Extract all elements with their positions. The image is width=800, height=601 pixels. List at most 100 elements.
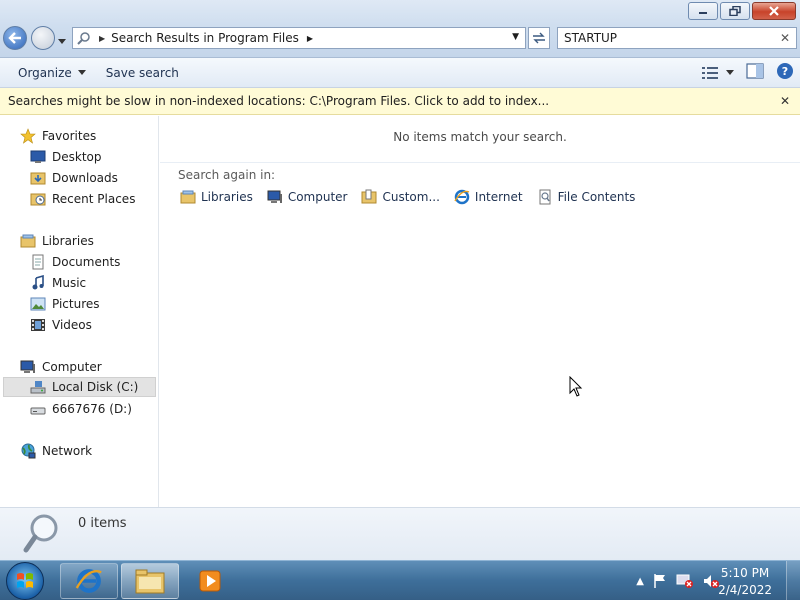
sidebar-item-documents[interactable]: Documents bbox=[30, 252, 120, 272]
taskbar-media-player[interactable] bbox=[182, 563, 238, 599]
sidebar-item-local-disk-c[interactable]: Local Disk (C:) bbox=[3, 377, 156, 397]
change-view-button[interactable] bbox=[702, 66, 734, 80]
close-infobar-icon[interactable]: ✕ bbox=[780, 94, 790, 108]
forward-button[interactable] bbox=[31, 26, 55, 50]
sidebar-item-downloads[interactable]: Downloads bbox=[30, 168, 118, 188]
window-titlebar: ▶ Search Results in Program Files ▶ ▼ ✕ bbox=[0, 0, 800, 58]
chevron-down-icon[interactable]: ▼ bbox=[512, 32, 519, 42]
search-box[interactable]: ✕ bbox=[557, 27, 797, 49]
search-magnifier-icon bbox=[23, 514, 58, 553]
show-hidden-icons-icon[interactable]: ▲ bbox=[636, 576, 644, 587]
pictures-icon bbox=[30, 297, 46, 311]
sidebar-item-computer[interactable]: Computer bbox=[20, 357, 102, 377]
search-again-item-label: Computer bbox=[287, 190, 348, 204]
taskbar-clock[interactable]: 5:10 PM 2/4/2022 bbox=[718, 565, 772, 599]
search-input[interactable] bbox=[564, 31, 764, 45]
sidebar-item-pictures[interactable]: Pictures bbox=[30, 294, 100, 314]
clear-search-icon[interactable]: ✕ bbox=[780, 31, 790, 45]
sidebar-item-libraries[interactable]: Libraries bbox=[20, 231, 94, 251]
search-again-label: Search again in: bbox=[178, 168, 276, 182]
sidebar-item-label: Libraries bbox=[42, 234, 94, 248]
chevron-down-icon bbox=[58, 39, 66, 44]
preview-pane-button[interactable] bbox=[746, 63, 764, 82]
back-button[interactable] bbox=[3, 26, 27, 50]
sidebar-item-desktop[interactable]: Desktop bbox=[30, 147, 102, 167]
close-icon bbox=[769, 6, 779, 16]
sidebar-item-favorites[interactable]: Favorites bbox=[20, 126, 96, 146]
sidebar-item-videos[interactable]: Videos bbox=[30, 315, 92, 335]
videos-icon bbox=[31, 319, 45, 331]
breadcrumb-separator-icon[interactable]: ▶ bbox=[99, 34, 105, 43]
taskbar-windows-explorer[interactable] bbox=[121, 563, 179, 599]
help-icon: ? bbox=[777, 63, 793, 79]
search-again-custom[interactable]: Custom... bbox=[361, 189, 440, 205]
network-status-icon[interactable] bbox=[676, 573, 694, 589]
sidebar-item-network[interactable]: Network bbox=[20, 441, 92, 461]
chevron-down-icon bbox=[726, 70, 734, 75]
help-button[interactable]: ? bbox=[776, 62, 794, 83]
start-button[interactable] bbox=[6, 562, 44, 600]
media-player-icon bbox=[199, 570, 221, 592]
command-bar: Organize Save search ? bbox=[0, 58, 800, 88]
refresh-icon bbox=[533, 32, 545, 44]
computer-icon bbox=[267, 190, 282, 203]
organize-label: Organize bbox=[18, 65, 72, 80]
minimize-icon bbox=[699, 12, 707, 14]
address-bar[interactable]: ▶ Search Results in Program Files ▶ ▼ bbox=[72, 27, 526, 49]
details-view-icon bbox=[702, 66, 718, 79]
refresh-button[interactable] bbox=[528, 27, 550, 49]
music-icon bbox=[32, 275, 44, 290]
libraries-icon bbox=[180, 190, 196, 204]
search-icon bbox=[73, 31, 95, 45]
sidebar-item-music[interactable]: Music bbox=[30, 273, 86, 293]
mouse-cursor-icon bbox=[569, 376, 583, 397]
search-again-computer[interactable]: Computer bbox=[267, 189, 348, 205]
sidebar-item-label: 6667676 (D:) bbox=[52, 402, 132, 416]
sidebar-item-label: Local Disk (C:) bbox=[52, 380, 139, 394]
close-button[interactable] bbox=[752, 2, 796, 20]
sidebar-item-label: Pictures bbox=[52, 297, 100, 311]
results-pane[interactable]: No items match your search. Search again… bbox=[160, 116, 800, 507]
search-again-item-label: Internet bbox=[474, 190, 523, 204]
sidebar-item-label: Documents bbox=[52, 255, 121, 269]
sidebar-item-recent-places[interactable]: Recent Places bbox=[30, 189, 135, 209]
show-desktop-button[interactable] bbox=[786, 561, 800, 601]
file-contents-icon bbox=[539, 189, 551, 205]
back-arrow-icon bbox=[8, 32, 21, 44]
sidebar-item-label: Music bbox=[52, 276, 87, 290]
sidebar-item-label: Favorites bbox=[42, 129, 97, 143]
save-search-button[interactable]: Save search bbox=[96, 66, 189, 80]
sidebar-item-label: Network bbox=[42, 444, 93, 458]
window-controls bbox=[688, 2, 796, 20]
search-again-internet[interactable]: Internet bbox=[454, 189, 523, 205]
sidebar-item-label: Downloads bbox=[52, 171, 118, 185]
star-icon bbox=[20, 128, 36, 144]
action-center-flag-icon[interactable] bbox=[652, 573, 668, 589]
clock-time: 5:10 PM bbox=[720, 566, 770, 580]
local-disk-icon bbox=[30, 381, 46, 394]
recent-places-icon bbox=[30, 193, 46, 206]
taskbar: ▲ 5:10 PM 2/4/2022 bbox=[0, 560, 800, 601]
breadcrumb-separator-icon[interactable]: ▶ bbox=[307, 34, 313, 43]
sidebar-item-drive-d[interactable]: 6667676 (D:) bbox=[30, 399, 132, 419]
downloads-folder-icon bbox=[30, 172, 46, 185]
notification-area: ▲ bbox=[636, 573, 720, 589]
clock-date: 2/4/2022 bbox=[718, 583, 772, 597]
divider bbox=[160, 162, 800, 163]
network-icon bbox=[21, 443, 36, 459]
search-again-options: Libraries Computer Custom... Internet Fi… bbox=[180, 189, 635, 205]
search-again-item-label: Custom... bbox=[382, 190, 440, 204]
organize-menu[interactable]: Organize bbox=[0, 66, 96, 80]
folder-icon bbox=[135, 569, 165, 594]
search-again-item-label: Libraries bbox=[201, 190, 253, 204]
infobar-message[interactable]: Searches might be slow in non-indexed lo… bbox=[8, 94, 549, 108]
minimize-button[interactable] bbox=[688, 2, 718, 20]
search-again-file-contents[interactable]: File Contents bbox=[537, 189, 635, 205]
restore-button[interactable] bbox=[720, 2, 750, 20]
search-again-libraries[interactable]: Libraries bbox=[180, 189, 253, 205]
breadcrumb[interactable]: Search Results in Program Files bbox=[111, 31, 299, 45]
index-infobar[interactable]: Searches might be slow in non-indexed lo… bbox=[0, 88, 800, 115]
taskbar-internet-explorer[interactable] bbox=[60, 563, 118, 599]
recent-pages-dropdown[interactable] bbox=[58, 34, 66, 48]
empty-results-message: No items match your search. bbox=[393, 130, 567, 144]
